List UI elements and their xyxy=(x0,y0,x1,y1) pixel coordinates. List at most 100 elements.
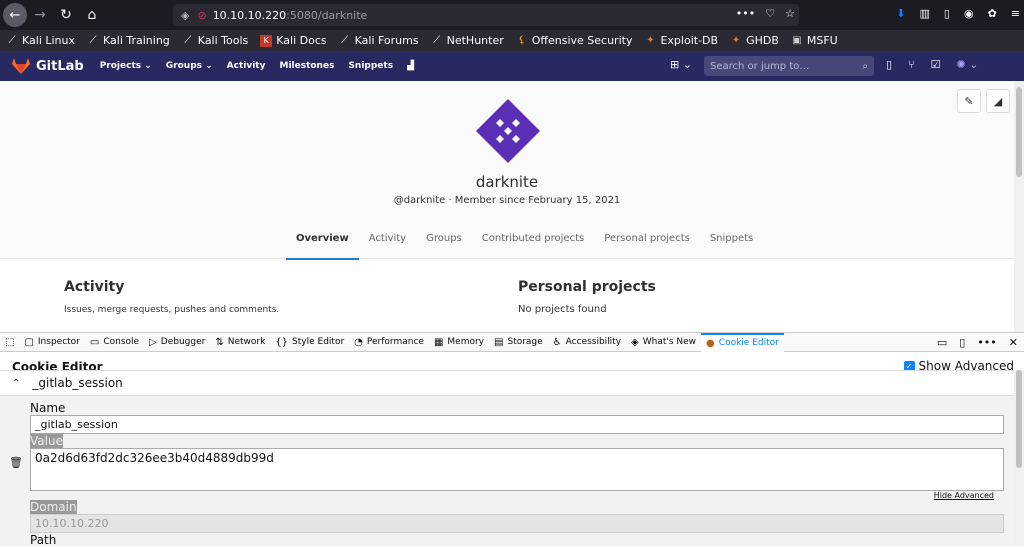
value-field[interactable]: 0a2d6d63fd2dc326ee3b40d4889db99d xyxy=(30,448,1004,491)
browser-toolbar: ← → ↻ ⌂ ◈ ⊘ 10.10.10.220:5080/darknite •… xyxy=(0,0,1024,30)
avatar xyxy=(476,99,540,163)
cookie-editor-scrollbar[interactable] xyxy=(1014,370,1024,546)
chevron-up-icon: ⌃ xyxy=(12,377,21,389)
back-button[interactable]: ← xyxy=(3,3,27,27)
account-icon[interactable]: ◉ xyxy=(964,7,974,20)
tab-snippets[interactable]: Snippets xyxy=(700,226,763,260)
search-input[interactable]: Search or jump to… ⌕ xyxy=(704,56,874,76)
url-path: :5080/darknite xyxy=(286,8,368,22)
bookmark-kali-forums[interactable]: ⟋ Kali Forums xyxy=(339,34,418,47)
bookmark-exploit-db[interactable]: ✦ Exploit-DB xyxy=(644,34,718,47)
edit-profile-button[interactable]: ✎ xyxy=(957,89,981,113)
bookmark-nethunter[interactable]: ⟋ NetHunter xyxy=(431,34,504,47)
nav-snippets[interactable]: Snippets xyxy=(348,61,393,71)
plus-square-icon: ⊞ ⌄ xyxy=(670,58,692,71)
bookmark-kali-linux[interactable]: ⟋ Kali Linux xyxy=(6,34,76,47)
tab-contributed-projects[interactable]: Contributed projects xyxy=(472,226,594,260)
page-scrollbar-thumb[interactable] xyxy=(1016,87,1022,177)
rss-button[interactable]: ◢ xyxy=(986,89,1010,113)
forward-button[interactable]: → xyxy=(27,2,53,28)
nav-activity[interactable]: Activity xyxy=(227,61,266,71)
bookmark-msfu[interactable]: ▣ MSFU xyxy=(791,34,838,47)
profile-header: ✎ ◢ darknite @darknite · Member since Fe… xyxy=(0,81,1014,260)
profile-page: ✎ ◢ darknite @darknite · Member since Fe… xyxy=(0,81,1014,332)
new-item-button[interactable]: ⊞ ⌄ xyxy=(670,58,692,71)
admin-chart-icon[interactable]: ▟ xyxy=(407,61,414,71)
pencil-icon: ✎ xyxy=(964,94,974,108)
tab-whats-new[interactable]: ◈ What's New xyxy=(626,333,701,352)
sidebar-icon[interactable]: ▯ xyxy=(944,7,950,20)
bookmarks-toolbar: ⟋ Kali Linux ⟋ Kali Training ⟋ Kali Tools K… xyxy=(0,30,1024,51)
nav-groups[interactable]: Groups ⌄ xyxy=(166,61,213,71)
pocket-icon[interactable]: ♡ xyxy=(765,7,775,20)
bookmark-offensive-security[interactable]: ⚸ Offensive Security xyxy=(516,34,632,47)
reload-button[interactable]: ↻ xyxy=(53,2,79,28)
home-button[interactable]: ⌂ xyxy=(79,2,105,28)
activity-subtitle: Issues, merge requests, pushes and comme… xyxy=(64,305,280,315)
shield-icon: ◈ xyxy=(181,8,190,22)
ghdb-icon: ✦ xyxy=(731,34,741,46)
extensions-icon[interactable]: ✿ xyxy=(988,7,997,20)
tab-console[interactable]: ▭ Console xyxy=(85,333,144,352)
accessibility-icon: ♿ xyxy=(552,336,562,348)
nav-projects[interactable]: Projects ⌄ xyxy=(100,61,152,71)
gitlab-navbar: GitLab Projects ⌄ Groups ⌄ Activity Mile… xyxy=(0,51,1024,81)
kali-dragon-icon: ⟋ xyxy=(433,34,441,46)
storage-icon: ▤ xyxy=(494,336,504,348)
tab-activity[interactable]: Activity xyxy=(359,226,416,260)
tab-personal-projects[interactable]: Personal projects xyxy=(594,226,700,260)
tab-storage[interactable]: ▤ Storage xyxy=(489,333,548,352)
todos-icon[interactable]: ☑ xyxy=(931,58,941,71)
element-picker-button[interactable]: ⬚ xyxy=(0,333,19,352)
issues-icon[interactable]: ▯ xyxy=(886,58,892,71)
responsive-design-icon[interactable]: ▭ xyxy=(937,336,947,349)
cookie-item-name: _gitlab_session xyxy=(32,376,123,390)
hide-advanced-link[interactable]: Hide Advanced xyxy=(934,491,994,500)
kali-dragon-icon: ⟋ xyxy=(341,34,349,46)
url-bar[interactable]: ◈ ⊘ 10.10.10.220:5080/darknite ••• ♡ ☆ xyxy=(173,4,799,26)
downloads-icon[interactable]: ⬇ xyxy=(896,7,905,20)
tab-network[interactable]: ⇅ Network xyxy=(210,333,270,352)
profile-tabs: Overview Activity Groups Contributed pro… xyxy=(286,226,763,260)
tab-inspector[interactable]: ▢ Inspector xyxy=(19,333,84,352)
insecure-lock-icon: ⊘ xyxy=(197,8,207,22)
page-actions-icon[interactable]: ••• xyxy=(736,7,755,20)
reload-icon: ↻ xyxy=(60,7,72,23)
nav-milestones[interactable]: Milestones xyxy=(279,61,334,71)
cookie-list-item[interactable]: ⌃ _gitlab_session xyxy=(0,370,1014,396)
tab-overview[interactable]: Overview xyxy=(286,226,359,260)
bookmark-ghdb[interactable]: ✦ GHDB xyxy=(730,34,779,47)
tab-memory[interactable]: ▦ Memory xyxy=(429,333,489,352)
performance-icon: ◔ xyxy=(354,336,363,348)
tab-accessibility[interactable]: ♿ Accessibility xyxy=(548,333,626,352)
profile-username: darknite xyxy=(475,173,539,191)
tab-performance[interactable]: ◔ Performance xyxy=(349,333,429,352)
cookie-editor-scrollbar-thumb[interactable] xyxy=(1016,370,1022,468)
close-devtools-icon[interactable]: ✕ xyxy=(1009,336,1018,349)
offsec-icon: ⚸ xyxy=(518,34,526,46)
menu-icon[interactable]: ≡ xyxy=(1011,7,1020,20)
library-icon[interactable]: ▥ xyxy=(919,7,929,20)
tab-groups[interactable]: Groups xyxy=(416,226,472,260)
value-label: Value xyxy=(30,434,63,448)
bookmark-kali-training[interactable]: ⟋ Kali Training xyxy=(87,34,170,47)
msfu-icon: ▣ xyxy=(792,34,802,46)
gitlab-home-link[interactable]: GitLab xyxy=(12,58,84,74)
merge-requests-icon[interactable]: ⑂ xyxy=(908,58,915,71)
path-label: Path xyxy=(30,533,57,547)
tab-debugger[interactable]: ▷ Debugger xyxy=(144,333,210,352)
bookmark-kali-docs[interactable]: K Kali Docs xyxy=(260,34,327,47)
domain-field[interactable]: 10.10.10.220 xyxy=(30,514,1004,533)
page-scrollbar[interactable] xyxy=(1014,81,1024,332)
bookmark-star-icon[interactable]: ☆ xyxy=(785,7,795,20)
delete-cookie-trash-icon[interactable]: 🗑 xyxy=(9,456,23,469)
user-avatar-menu-icon[interactable]: ✺ ⌄ xyxy=(957,58,979,71)
tab-cookie-editor[interactable]: ● Cookie Editor xyxy=(701,332,784,352)
more-options-icon[interactable]: ••• xyxy=(977,336,996,349)
bookmark-kali-tools[interactable]: ⟋ Kali Tools xyxy=(182,34,248,47)
tab-style-editor[interactable]: {} Style Editor xyxy=(270,333,349,352)
picker-icon: ⬚ xyxy=(5,336,15,348)
dock-icon[interactable]: ▯ xyxy=(959,336,965,349)
kali-docs-icon: K xyxy=(260,34,273,47)
name-field[interactable]: _gitlab_session xyxy=(30,415,1004,434)
